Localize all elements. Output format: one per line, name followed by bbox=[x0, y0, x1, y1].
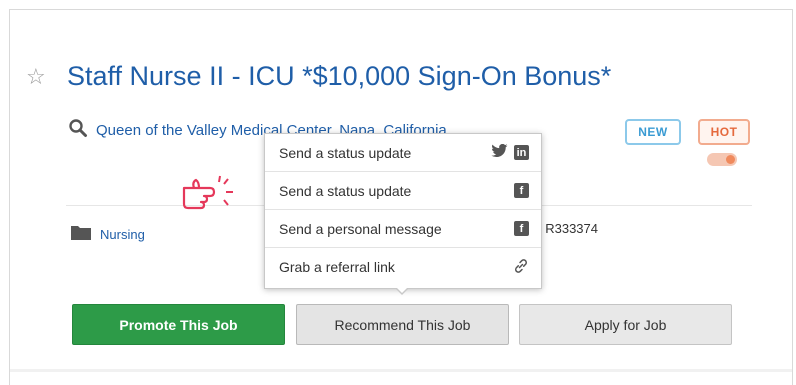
new-badge: NEW bbox=[625, 119, 681, 145]
menu-item-referral-link[interactable]: Grab a referral link bbox=[265, 248, 541, 286]
star-icon[interactable]: ☆ bbox=[26, 64, 46, 90]
twitter-icon bbox=[491, 143, 508, 161]
menu-item-icons: in bbox=[491, 143, 529, 161]
link-icon bbox=[513, 258, 529, 277]
hot-badge: HOT bbox=[698, 119, 750, 145]
folder-icon bbox=[70, 223, 92, 246]
menu-item-status-twitter-linkedin[interactable]: Send a status update in bbox=[265, 134, 541, 172]
menu-item-icons: f bbox=[514, 183, 529, 198]
menu-item-personal-message-facebook[interactable]: Send a personal message f bbox=[265, 210, 541, 248]
menu-item-icons: f bbox=[514, 221, 529, 236]
pointing-hand-icon bbox=[180, 170, 250, 219]
menu-item-icons bbox=[513, 258, 529, 277]
category-link[interactable]: Nursing bbox=[100, 227, 145, 242]
menu-item-label: Send a personal message bbox=[279, 220, 442, 237]
apply-job-button[interactable]: Apply for Job bbox=[519, 304, 732, 345]
menu-item-label: Grab a referral link bbox=[279, 259, 395, 275]
menu-item-label: Send a status update bbox=[279, 144, 412, 161]
search-icon bbox=[68, 118, 88, 143]
popup-arrow-fill bbox=[396, 287, 408, 293]
card-footer-shadow bbox=[10, 369, 792, 372]
facebook-icon: f bbox=[514, 183, 529, 198]
category-row: Nursing bbox=[70, 224, 145, 244]
job-title[interactable]: Staff Nurse II - ICU *$10,000 Sign-On Bo… bbox=[67, 58, 611, 94]
promote-job-button[interactable]: Promote This Job bbox=[72, 304, 285, 345]
recommend-job-button[interactable]: Recommend This Job bbox=[296, 304, 509, 345]
facebook-icon: f bbox=[514, 221, 529, 236]
menu-item-label: Send a status update bbox=[279, 182, 412, 199]
linkedin-icon: in bbox=[514, 145, 529, 160]
menu-item-status-facebook[interactable]: Send a status update f bbox=[265, 172, 541, 210]
hot-toggle[interactable] bbox=[707, 153, 737, 166]
requisition-id: / R333374 bbox=[538, 221, 598, 236]
toggle-knob bbox=[726, 155, 735, 164]
share-popup: Send a status update in Send a status up… bbox=[264, 133, 542, 289]
